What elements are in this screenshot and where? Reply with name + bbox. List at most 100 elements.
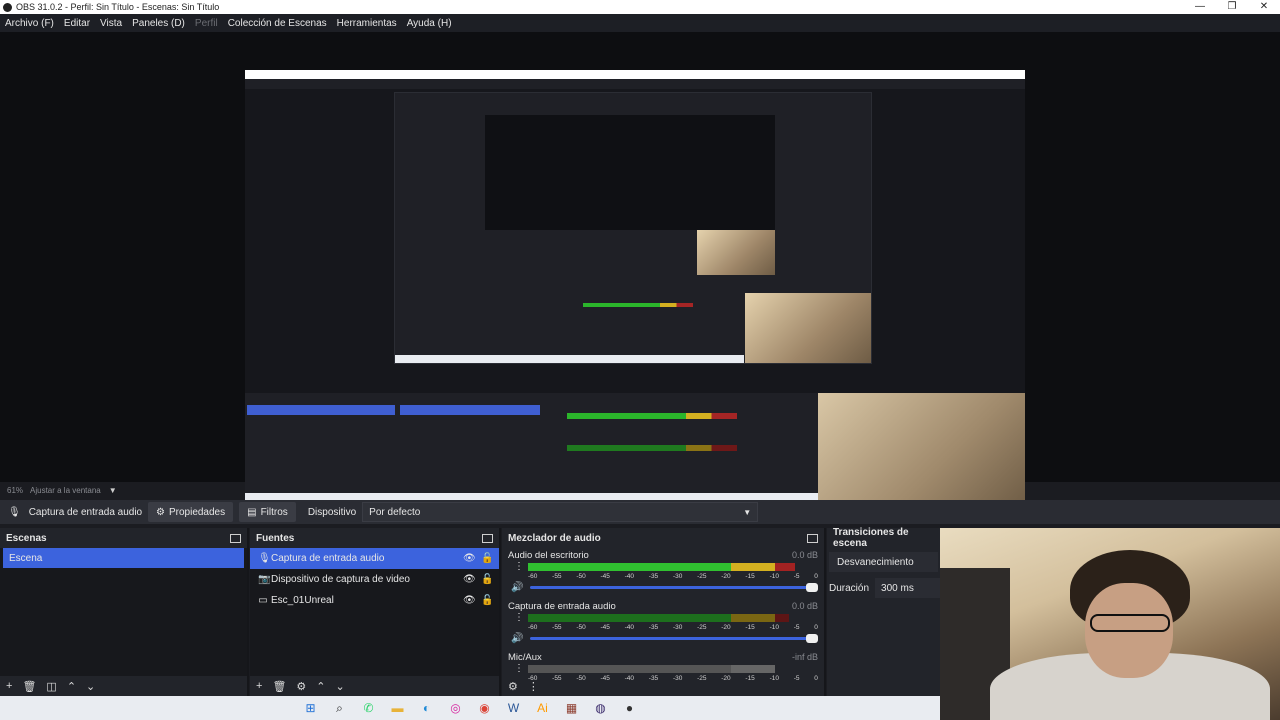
- speaker-icon[interactable]: 🔊: [511, 582, 523, 593]
- undock-icon[interactable]: [807, 533, 818, 543]
- visibility-eye-icon[interactable]: 👁: [463, 574, 476, 585]
- tick-label: -35: [648, 624, 659, 631]
- context-source-name: Captura de entrada audio: [28, 506, 143, 518]
- channel-menu-icon[interactable]: ⋮: [514, 562, 524, 572]
- edge-icon[interactable]: ◐: [418, 699, 436, 717]
- mic-icon: 🎙: [258, 553, 271, 564]
- scene-item[interactable]: Escena: [3, 548, 244, 568]
- move-source-up-button[interactable]: ⌃: [316, 680, 325, 693]
- window-titlebar: OBS 31.0.2 - Perfil: Sin Título - Escena…: [0, 0, 1280, 14]
- speaker-icon[interactable]: 🔊: [511, 633, 523, 644]
- mixer-channels: Audio del escritorio 0.0 dB ⋮ -60 -55 -50 -45-…: [502, 548, 824, 682]
- mixer-channel: Captura de entrada audio 0.0 dB ⋮ -60 -55 -50…: [508, 599, 824, 650]
- tick-label: -20: [721, 573, 731, 580]
- nested-taskbar: [395, 355, 744, 363]
- zoom-dropdown-icon[interactable]: ▼: [109, 486, 117, 495]
- channel-name: Audio del escritorio: [508, 550, 589, 561]
- preview-canvas[interactable]: [0, 32, 1280, 508]
- audio-mixer-dock: Mezclador de audio Audio del escritorio 0…: [502, 528, 826, 696]
- illustrator-icon[interactable]: Ai: [534, 699, 552, 717]
- menu-paneles[interactable]: Paneles (D): [127, 18, 190, 29]
- undock-icon[interactable]: [482, 533, 493, 543]
- add-source-button[interactable]: +: [256, 680, 262, 692]
- obs-icon[interactable]: ◍: [592, 699, 610, 717]
- menu-editar[interactable]: Editar: [59, 18, 95, 29]
- zoom-fit-label[interactable]: Ajustar a la ventana: [30, 486, 101, 495]
- mixer-menu-icon[interactable]: ⋮: [528, 680, 539, 693]
- minimize-button[interactable]: —: [1184, 0, 1216, 14]
- lock-icon[interactable]: 🔓: [481, 553, 493, 564]
- preview-scene-selected: [247, 405, 395, 415]
- source-item[interactable]: 📷 Dispositivo de captura de video 👁 🔓: [250, 569, 499, 590]
- windows-start-icon[interactable]: ⊞: [302, 699, 320, 717]
- whatsapp-icon[interactable]: ✆: [360, 699, 378, 717]
- tick-label: -40: [624, 573, 635, 580]
- meter-yellow: [731, 614, 775, 622]
- menu-bar: Archivo (F) Editar Vista Paneles (D) Per…: [0, 14, 1280, 32]
- menu-vista[interactable]: Vista: [95, 18, 127, 29]
- menu-coleccion-escenas[interactable]: Colección de Escenas: [223, 18, 332, 29]
- volume-slider-knob[interactable]: [806, 634, 818, 643]
- obs-logo-icon: [3, 2, 12, 12]
- menu-ayuda[interactable]: Ayuda (H): [402, 18, 457, 29]
- source-item[interactable]: 🎙 Captura de entrada audio 👁 🔓: [250, 548, 499, 569]
- meter-yellow: [731, 563, 775, 571]
- mic-icon: 🎙: [8, 506, 21, 518]
- scene-filters-button[interactable]: ◫: [46, 680, 56, 693]
- channel-menu-icon[interactable]: ⋮: [514, 613, 524, 623]
- tick-label: -10: [769, 573, 779, 580]
- visibility-eye-icon[interactable]: 👁: [463, 553, 476, 564]
- remove-scene-button[interactable]: 🗑: [22, 680, 36, 693]
- lock-icon[interactable]: 🔓: [481, 574, 493, 585]
- duration-input[interactable]: 300 ms: [875, 578, 940, 598]
- volume-slider[interactable]: [530, 634, 818, 643]
- folder-icon[interactable]: ▬: [389, 699, 407, 717]
- source-properties-button[interactable]: ⚙: [296, 680, 306, 693]
- chrome-icon[interactable]: ◉: [476, 699, 494, 717]
- maximize-button[interactable]: ❐: [1216, 0, 1248, 14]
- source-context-bar: 🎙 Captura de entrada audio ⚙ Propiedades…: [0, 500, 1280, 524]
- properties-button[interactable]: ⚙ Propiedades: [148, 502, 234, 522]
- source-name: Dispositivo de captura de video: [271, 574, 410, 585]
- add-scene-button[interactable]: +: [6, 680, 12, 692]
- scenes-toolbar: + 🗑 ◫ ⌃ ⌄: [0, 676, 247, 696]
- mixer-channel: Audio del escritorio 0.0 dB ⋮ -60 -55 -50 -45-…: [508, 548, 824, 599]
- move-scene-up-button[interactable]: ⌃: [67, 680, 76, 693]
- filters-button[interactable]: ▤ Filtros: [239, 502, 296, 522]
- remove-source-button[interactable]: 🗑: [272, 680, 286, 693]
- tick-label: -40: [624, 624, 635, 631]
- tick-label: -50: [576, 624, 586, 631]
- media-icon[interactable]: ▦: [563, 699, 581, 717]
- transitions-title: Transiciones de escena: [833, 527, 909, 549]
- source-item[interactable]: ▭ Esc_01Unreal 👁 🔓: [250, 590, 499, 611]
- visibility-eye-icon[interactable]: 👁: [463, 595, 476, 606]
- app-icon[interactable]: ●: [621, 699, 639, 717]
- search-icon[interactable]: ⌕: [331, 699, 349, 717]
- channel-db: -inf dB: [791, 652, 818, 662]
- channel-name: Mic/Aux: [508, 652, 542, 663]
- window-title: OBS 31.0.2 - Perfil: Sin Título - Escena…: [16, 2, 220, 12]
- channel-name: Captura de entrada audio: [508, 601, 616, 612]
- instagram-icon[interactable]: ◎: [447, 699, 465, 717]
- volume-slider[interactable]: [530, 583, 818, 592]
- volume-slider-knob[interactable]: [806, 583, 818, 592]
- transition-select[interactable]: Desvanecimiento: [829, 552, 938, 572]
- menu-herramientas[interactable]: Herramientas: [332, 18, 402, 29]
- menu-archivo[interactable]: Archivo (F): [0, 18, 59, 29]
- channel-menu-icon[interactable]: ⋮: [514, 664, 524, 674]
- device-select[interactable]: Por defecto ▼: [362, 502, 759, 522]
- close-button[interactable]: ✕: [1248, 0, 1280, 14]
- advanced-audio-gear-icon[interactable]: ⚙: [508, 680, 518, 693]
- lock-icon[interactable]: 🔓: [481, 595, 493, 606]
- preview-meter-1: [567, 413, 737, 419]
- gear-icon: ⚙: [156, 506, 165, 518]
- zoom-bar: 61% Ajustar a la ventana ▼: [0, 482, 1280, 498]
- word-icon[interactable]: W: [505, 699, 523, 717]
- undock-icon[interactable]: [230, 533, 241, 543]
- move-source-down-button[interactable]: ⌄: [336, 680, 345, 693]
- meter-yellow: [731, 665, 775, 673]
- move-scene-down-button[interactable]: ⌄: [86, 680, 95, 693]
- nested-capture: [394, 92, 872, 364]
- meter-ticks: -60 -55 -50 -45 -40 -35 -30 -25 -20 -15 -10 -5 0: [528, 624, 818, 632]
- nested-webcam: [745, 293, 871, 363]
